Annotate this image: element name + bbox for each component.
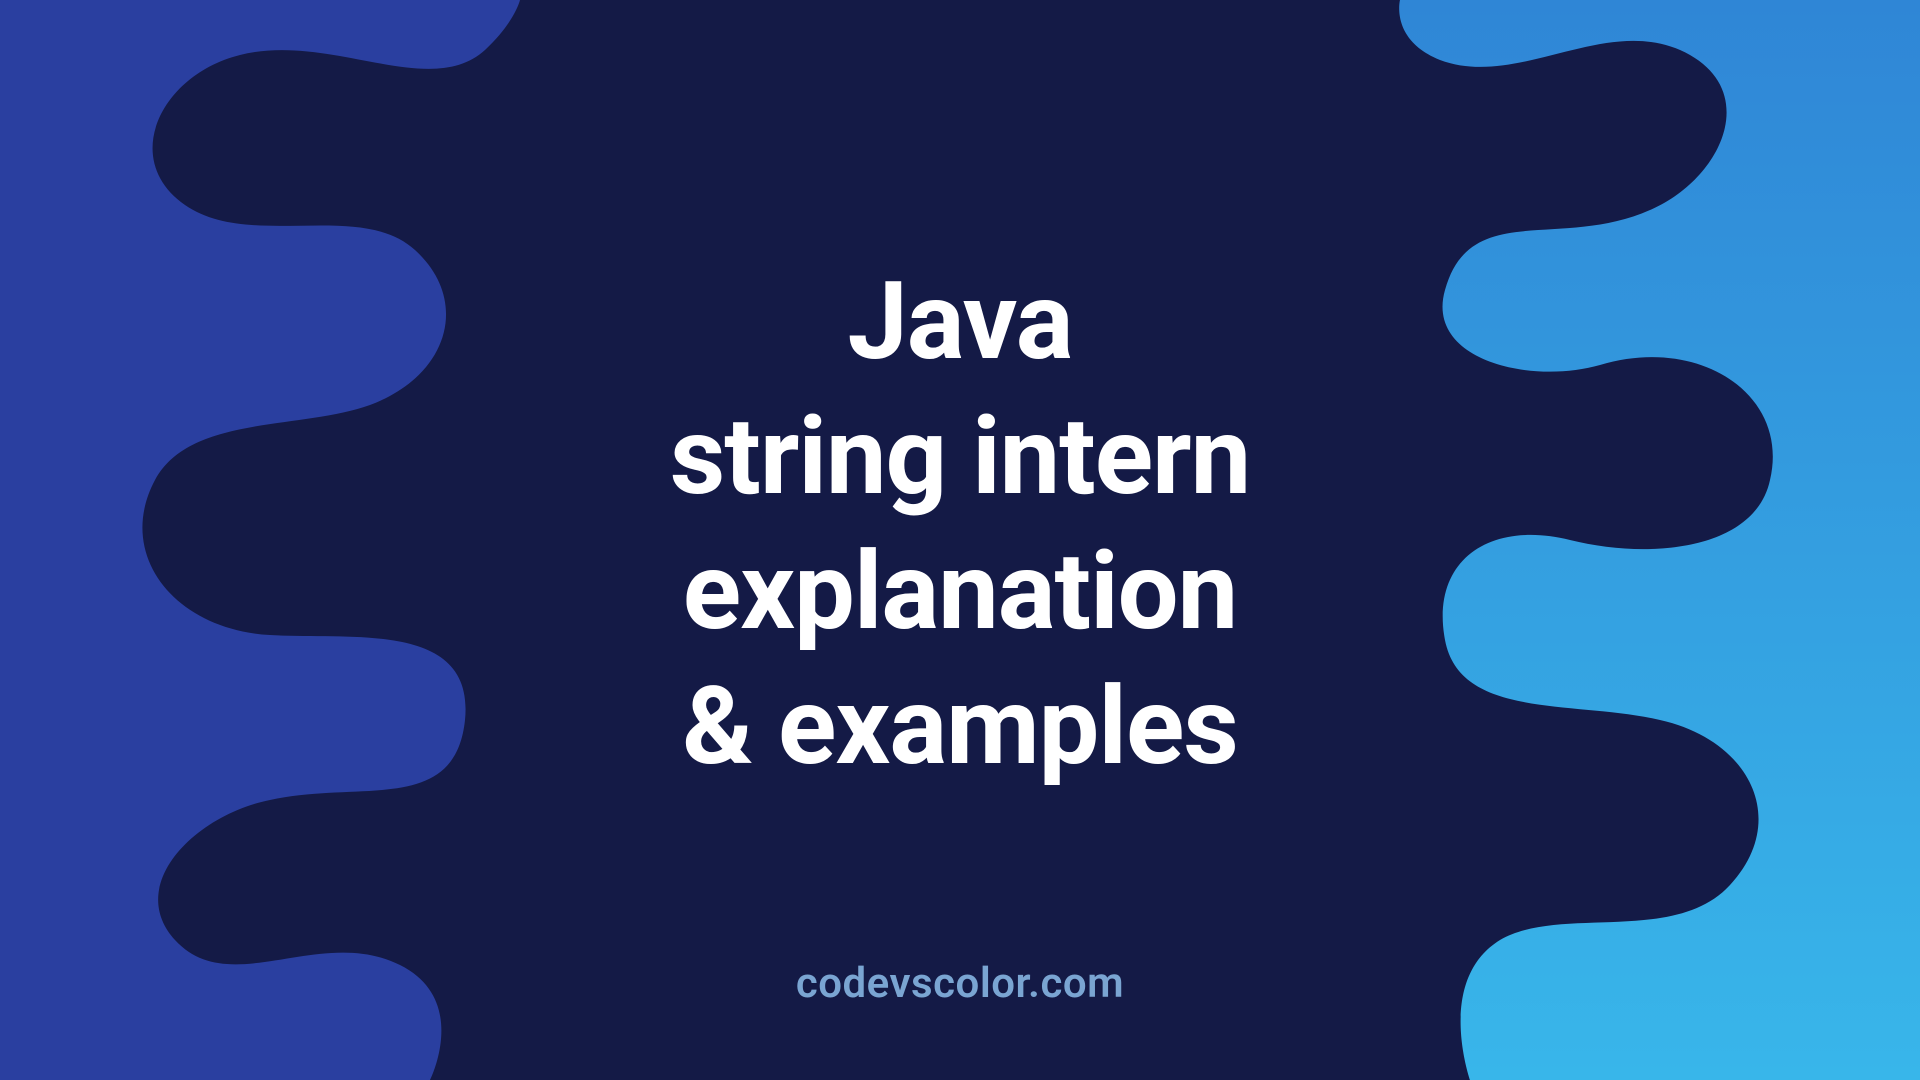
title-line-4: & examples [670, 660, 1250, 795]
title-line-1: Java [670, 255, 1250, 390]
title-line-3: explanation [670, 525, 1250, 660]
banner-title: Java string intern explanation & example… [670, 255, 1250, 795]
banner-card: Java string intern explanation & example… [0, 0, 1920, 1080]
title-line-2: string intern [670, 390, 1250, 525]
site-credit: codevscolor.com [796, 959, 1124, 1008]
